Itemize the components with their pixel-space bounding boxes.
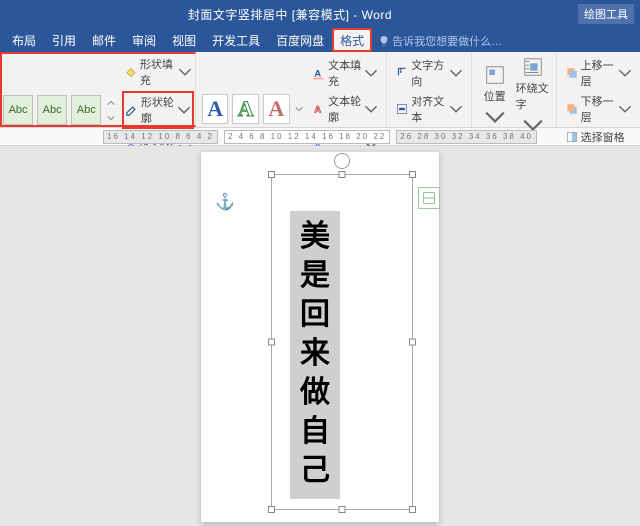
bring-forward-label: 上移一层 xyxy=(581,57,616,89)
chevron-down-icon xyxy=(295,105,303,113)
resize-handle[interactable] xyxy=(339,171,346,178)
page[interactable]: ⚓ 美是回来做自己 xyxy=(201,152,439,522)
shape-outline-button[interactable]: 形状轮廓 xyxy=(122,91,194,129)
vertical-text[interactable]: 美是回来做自己 xyxy=(290,211,340,499)
resize-handle[interactable] xyxy=(339,506,346,513)
align-text-label: 对齐文本 xyxy=(411,93,446,125)
align-icon xyxy=(395,102,409,116)
position-icon xyxy=(484,64,506,86)
selected-shape[interactable]: 美是回来做自己 xyxy=(271,174,413,510)
wordart-preview-1[interactable]: A xyxy=(202,94,229,124)
app-name: Word xyxy=(362,8,392,22)
tab-baidu[interactable]: 百度网盘 xyxy=(268,28,332,52)
tab-layout[interactable]: 布局 xyxy=(4,28,44,52)
chevron-down-icon xyxy=(364,102,378,116)
document-canvas[interactable]: ⚓ 美是回来做自己 xyxy=(0,146,640,526)
shape-style-preview-2[interactable]: Abc xyxy=(37,95,67,125)
paint-bucket-icon xyxy=(124,65,138,79)
chevron-up-icon xyxy=(107,99,115,107)
position-label: 位置 xyxy=(484,88,506,104)
layout-options-button[interactable] xyxy=(418,187,440,209)
svg-text:A: A xyxy=(314,105,321,115)
wrap-text-icon xyxy=(522,56,544,78)
wordart-gallery-more[interactable] xyxy=(294,94,305,124)
contextual-tab-badge: 绘图工具 xyxy=(578,4,634,24)
text-fill-button[interactable]: A 文本填充 xyxy=(310,56,380,90)
wordart-preview-2[interactable]: A xyxy=(232,94,259,124)
title-bar: 封面文字竖排居中 [兼容模式] - Word 绘图工具 xyxy=(0,0,640,28)
bring-forward-button[interactable]: 上移一层 xyxy=(563,56,634,90)
ruler-segment-left: 16 14 12 10 8 6 4 2 xyxy=(103,130,218,144)
chevron-down-icon xyxy=(364,66,378,80)
text-outline-button[interactable]: A 文本轮廓 xyxy=(310,92,380,126)
lightbulb-icon xyxy=(378,35,390,47)
resize-handle[interactable] xyxy=(409,339,416,346)
send-backward-label: 下移一层 xyxy=(581,93,616,125)
chevron-down-icon xyxy=(107,114,115,122)
layout-options-icon xyxy=(422,191,436,205)
selection-pane-button[interactable]: 选择窗格 xyxy=(563,128,634,146)
resize-handle[interactable] xyxy=(409,506,416,513)
tab-format[interactable]: 格式 xyxy=(332,28,372,52)
group-arrange: 上移一层 下移一层 选择窗格 排列 xyxy=(557,52,640,127)
chevron-down-icon xyxy=(618,66,632,80)
compat-mode: [兼容模式] xyxy=(292,8,350,22)
text-outline-icon: A xyxy=(312,102,326,116)
tell-me[interactable]: 告诉我您想要做什么… xyxy=(372,33,508,52)
selection-pane-icon xyxy=(565,130,579,144)
shape-style-preview-3[interactable]: Abc xyxy=(71,95,101,125)
wordart-preview-3[interactable]: A xyxy=(263,94,290,124)
shape-style-preview-1[interactable]: Abc xyxy=(3,95,33,125)
send-backward-button[interactable]: 下移一层 xyxy=(563,92,634,126)
tab-mailings[interactable]: 邮件 xyxy=(84,28,124,52)
shape-fill-label: 形状填充 xyxy=(140,56,176,88)
tab-view[interactable]: 视图 xyxy=(164,28,204,52)
chevron-down-icon xyxy=(618,102,632,116)
chevron-down-icon xyxy=(177,103,191,117)
resize-handle[interactable] xyxy=(268,171,275,178)
send-backward-icon xyxy=(565,102,579,116)
ribbon-tabs: 布局 引用 邮件 审阅 视图 开发工具 百度网盘 格式 告诉我您想要做什么… xyxy=(0,28,640,52)
tell-me-label: 告诉我您想要做什么… xyxy=(392,33,502,49)
resize-handle[interactable] xyxy=(409,171,416,178)
shape-fill-button[interactable]: 形状填充 xyxy=(122,55,194,89)
text-fill-label: 文本填充 xyxy=(328,57,362,89)
pen-outline-icon xyxy=(125,103,139,117)
doc-name: 封面文字竖排居中 xyxy=(188,8,288,22)
chevron-down-icon xyxy=(449,102,463,116)
text-outline-label: 文本轮廓 xyxy=(328,93,362,125)
wrap-text-button[interactable]: 环绕文字 xyxy=(516,56,550,136)
tab-references[interactable]: 引用 xyxy=(44,28,84,52)
chevron-down-icon xyxy=(178,65,192,79)
text-direction-label: 文字方向 xyxy=(411,57,446,89)
align-text-button[interactable]: 对齐文本 xyxy=(393,92,464,126)
shape-style-gallery-more[interactable] xyxy=(105,95,116,125)
shape-outline-label: 形状轮廓 xyxy=(141,94,175,126)
position-button[interactable]: 位置 xyxy=(478,64,512,128)
wrap-label: 环绕文字 xyxy=(516,80,550,112)
group-wordart-styles: A A A A 文本填充 A 文本轮廓 A 文本效果 xyxy=(196,52,387,127)
group-text: 文字方向 对齐文本 创建链接 文本 xyxy=(387,52,471,127)
tab-developer[interactable]: 开发工具 xyxy=(204,28,268,52)
text-fill-icon: A xyxy=(312,66,326,80)
text-direction-button[interactable]: 文字方向 xyxy=(393,56,464,90)
rotate-handle[interactable] xyxy=(334,153,350,169)
bring-forward-icon xyxy=(565,66,579,80)
resize-handle[interactable] xyxy=(268,506,275,513)
chevron-down-icon xyxy=(449,66,463,80)
ruler-segment-center: 2 4 6 8 10 12 14 16 18 20 22 xyxy=(224,130,390,144)
svg-text:A: A xyxy=(314,69,321,79)
tab-review[interactable]: 审阅 xyxy=(124,28,164,52)
selection-pane-label: 选择窗格 xyxy=(581,129,625,145)
window-title: 封面文字竖排居中 [兼容模式] - Word xyxy=(6,6,574,23)
anchor-icon: ⚓ xyxy=(215,192,235,212)
group-shape-styles: Abc Abc Abc 形状填充 形状轮廓 xyxy=(0,52,196,127)
chevron-down-icon xyxy=(484,106,506,128)
ribbon: Abc Abc Abc 形状填充 形状轮廓 xyxy=(0,52,640,128)
resize-handle[interactable] xyxy=(268,339,275,346)
text-direction-icon xyxy=(395,66,409,80)
group-position: 位置 环绕文字 xyxy=(472,52,557,127)
